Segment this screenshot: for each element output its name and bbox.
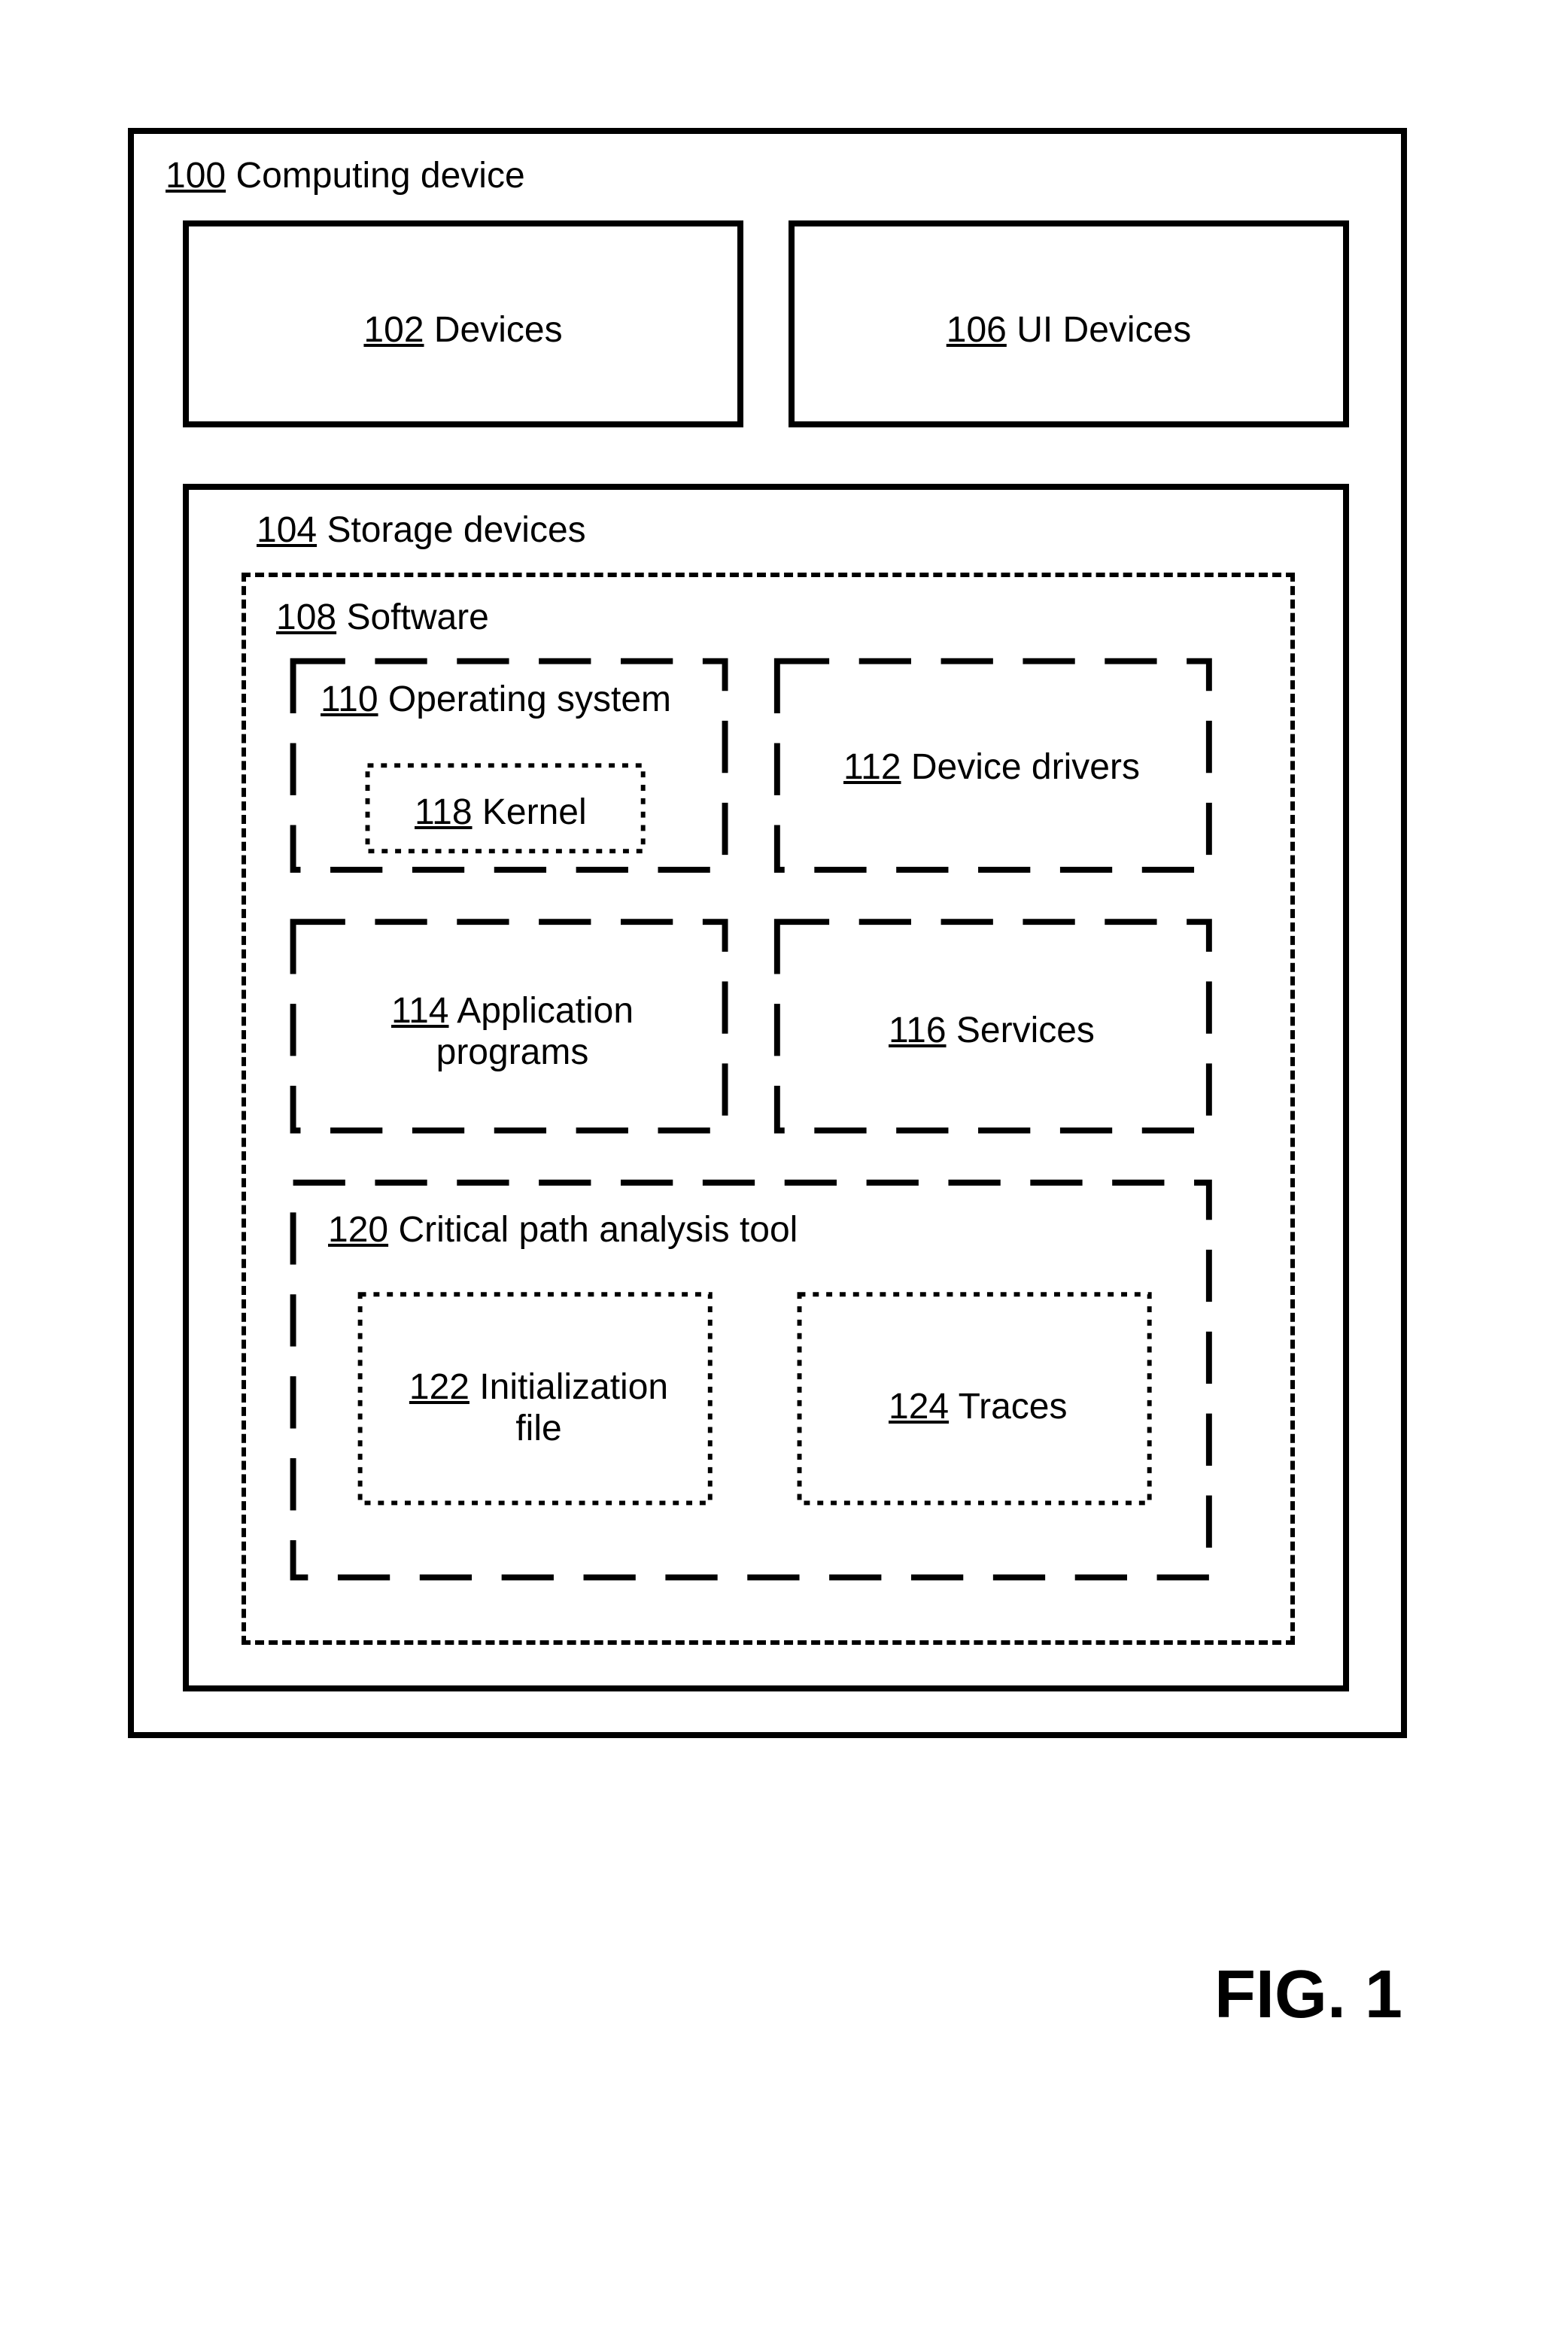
label-116: 116 Services [889, 1013, 1095, 1049]
figure-caption: FIG. 1 [1214, 1956, 1402, 2034]
label-120: 120 Critical path analysis tool [328, 1212, 798, 1248]
label-104: 104 Storage devices [257, 512, 586, 549]
label-118: 118 Kernel [415, 795, 587, 831]
label-100: 100 Computing device [166, 158, 525, 194]
box-devices: 102 Devices [183, 220, 743, 427]
page: 100 Computing device 102 Devices 106 UI … [0, 0, 1568, 2325]
label-112: 112 Device drivers [843, 749, 1140, 786]
box-ui-devices: 106 UI Devices [789, 220, 1349, 427]
label-110: 110 Operating system [321, 682, 671, 718]
box-computing-device: 100 Computing device 102 Devices 106 UI … [128, 128, 1407, 1738]
label-122: 122 Initializationfile [362, 1366, 716, 1449]
label-108: 108 Software [276, 600, 489, 636]
box-application-programs: 114 Applicationprograms [294, 926, 731, 1137]
box-storage-devices: 104 Storage devices 108 Software [183, 484, 1349, 1691]
label-106: 106 UI Devices [795, 309, 1343, 351]
box-initialization-file: 122 Initializationfile [362, 1302, 716, 1513]
label-124: 124 Traces [889, 1389, 1067, 1425]
label-102: 102 Devices [189, 309, 737, 351]
label-114: 114 Applicationprograms [294, 990, 731, 1073]
